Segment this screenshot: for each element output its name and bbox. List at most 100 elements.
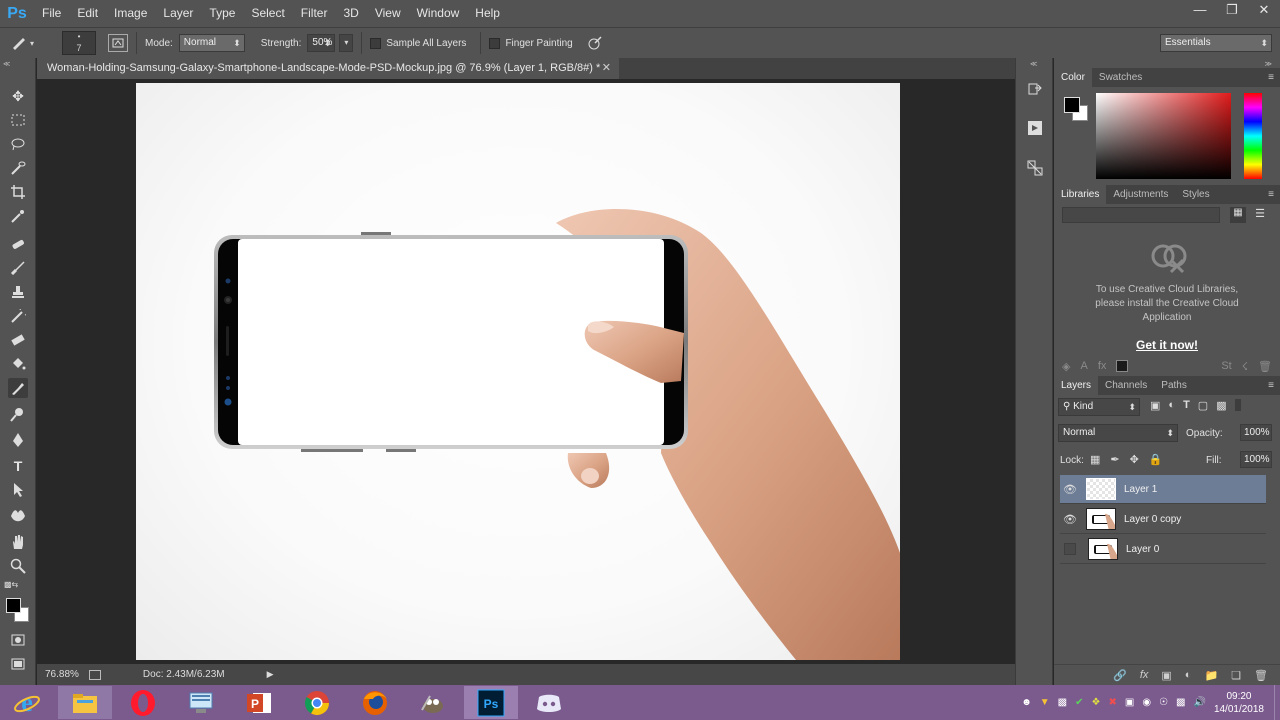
hue-slider[interactable]: [1244, 93, 1262, 179]
clock[interactable]: 09:20 14/01/2018: [1214, 690, 1264, 716]
strength-input[interactable]: 50%: [307, 34, 336, 52]
opacity-input[interactable]: 100%: [1240, 424, 1272, 441]
volume-icon[interactable]: 🔊: [1193, 697, 1205, 708]
layer-row[interactable]: 👁 Layer 0 copy: [1060, 505, 1266, 534]
discord-tray-icon[interactable]: ☻: [1021, 697, 1032, 708]
link-layers-icon[interactable]: 🔗: [1113, 669, 1127, 682]
menu-3d[interactable]: 3D: [335, 0, 366, 27]
filter-toggle[interactable]: [1234, 399, 1241, 411]
smudge-tool-preset[interactable]: ▾: [0, 35, 44, 51]
lock-position-icon[interactable]: ✥: [1130, 453, 1139, 466]
pressure-icon[interactable]: [587, 35, 603, 51]
tab-styles[interactable]: Styles: [1175, 185, 1216, 204]
marquee-tool-icon[interactable]: [8, 110, 28, 130]
eraser-tool-icon[interactable]: [8, 330, 28, 350]
custom-shape-tool-icon[interactable]: [8, 506, 28, 526]
sync-icon[interactable]: ☇: [1242, 360, 1248, 373]
actions-panel-icon[interactable]: [1025, 118, 1045, 138]
paint-bucket-tool-icon[interactable]: [8, 354, 28, 374]
panel-menu-icon[interactable]: ≡: [1268, 376, 1274, 395]
finger-painting-checkbox[interactable]: [489, 37, 501, 49]
paragraph-panel-icon[interactable]: [1025, 158, 1045, 178]
color-picker-field[interactable]: [1096, 93, 1231, 179]
lock-pixels-icon[interactable]: ✒: [1110, 453, 1119, 466]
expand-panels-icon[interactable]: ≪: [1030, 60, 1037, 68]
gimp-icon[interactable]: [406, 686, 460, 719]
get-it-now-link[interactable]: Get it now!: [1084, 338, 1250, 352]
tray-x-icon[interactable]: ✖: [1108, 697, 1116, 708]
powerpoint-icon[interactable]: P: [232, 686, 286, 719]
history-brush-tool-icon[interactable]: [8, 306, 28, 326]
pen-tool-icon[interactable]: [8, 430, 28, 450]
menu-layer[interactable]: Layer: [155, 0, 201, 27]
tab-adjustments[interactable]: Adjustments: [1106, 185, 1175, 204]
pixel-filter-icon[interactable]: ▣: [1150, 399, 1160, 412]
tray-chrome-icon[interactable]: ◉: [1142, 697, 1151, 708]
internet-explorer-icon[interactable]: e: [0, 686, 54, 719]
menu-select[interactable]: Select: [243, 0, 292, 27]
layer-style-icon[interactable]: fx: [1098, 360, 1107, 372]
color-foreground-swatch[interactable]: [1064, 97, 1080, 113]
tray-shield-icon[interactable]: ☉: [1159, 697, 1168, 708]
tray-arrow-icon[interactable]: ▼: [1040, 697, 1050, 708]
tray-puzzle-icon[interactable]: ❖: [1092, 697, 1101, 708]
brush-tool-icon[interactable]: [8, 258, 28, 278]
mode-select[interactable]: Normal: [178, 34, 245, 52]
menu-type[interactable]: Type: [201, 0, 243, 27]
menu-window[interactable]: Window: [409, 0, 468, 27]
firefox-icon[interactable]: [348, 686, 402, 719]
default-colors-icon[interactable]: ▩⇆: [4, 580, 18, 589]
sample-all-layers-checkbox[interactable]: [370, 37, 382, 49]
tab-channels[interactable]: Channels: [1098, 376, 1154, 395]
layer-filter-select[interactable]: ⚲ Kind: [1058, 398, 1140, 416]
strength-dropdown-icon[interactable]: ▾: [339, 34, 354, 52]
history-panel-icon[interactable]: [1025, 80, 1045, 100]
collapse-icon[interactable]: ≪: [3, 60, 10, 68]
lasso-tool-icon[interactable]: [8, 134, 28, 154]
text-style-icon[interactable]: A: [1080, 360, 1087, 372]
blend-mode-select[interactable]: Normal: [1058, 424, 1178, 442]
close-tab-icon[interactable]: ✕: [602, 58, 611, 79]
menu-image[interactable]: Image: [106, 0, 155, 27]
panel-menu-icon[interactable]: ≡: [1268, 68, 1274, 87]
adjustment-filter-icon[interactable]: ◐: [1168, 399, 1175, 412]
tray-app-icon[interactable]: ▩: [1058, 697, 1067, 708]
dodge-tool-icon[interactable]: [8, 404, 28, 424]
adjustment-layer-icon[interactable]: ◐: [1185, 669, 1192, 681]
type-filter-icon[interactable]: T: [1183, 399, 1190, 412]
discord-icon[interactable]: [522, 686, 576, 719]
tray-monitor-icon[interactable]: ▣: [1125, 697, 1134, 708]
layer-name[interactable]: Layer 1: [1124, 484, 1157, 495]
stock-icon[interactable]: St: [1221, 360, 1231, 372]
tray-check-icon[interactable]: ✔: [1075, 697, 1083, 708]
shape-filter-icon[interactable]: ▢: [1198, 399, 1208, 412]
visibility-eye-icon[interactable]: 👁: [1060, 513, 1080, 526]
layer-name[interactable]: Layer 0 copy: [1124, 514, 1181, 525]
tab-paths[interactable]: Paths: [1154, 376, 1194, 395]
new-layer-icon[interactable]: ❏: [1231, 669, 1241, 682]
layer-row[interactable]: 👁 Layer 1: [1060, 475, 1266, 504]
add-content-icon[interactable]: ◈: [1062, 360, 1070, 373]
screen-mode-icon[interactable]: [8, 654, 28, 674]
foreground-color-swatch[interactable]: [6, 598, 21, 613]
layer-style-icon[interactable]: fx: [1140, 669, 1149, 681]
zoom-level[interactable]: 76.88%: [45, 669, 79, 680]
document-canvas[interactable]: [136, 83, 900, 660]
document-tab[interactable]: Woman-Holding-Samsung-Galaxy-Smartphone-…: [37, 58, 619, 79]
crop-tool-icon[interactable]: [8, 182, 28, 202]
delete-icon[interactable]: 🗑: [1258, 360, 1272, 373]
workspace-select[interactable]: Essentials: [1160, 34, 1272, 52]
fill-input[interactable]: 100%: [1240, 451, 1272, 468]
tab-swatches[interactable]: Swatches: [1092, 68, 1149, 87]
new-group-icon[interactable]: 📁: [1204, 669, 1218, 682]
chrome-icon[interactable]: [290, 686, 344, 719]
tab-libraries[interactable]: Libraries: [1054, 185, 1107, 204]
close-icon[interactable]: ✕: [1248, 0, 1280, 22]
panel-menu-icon[interactable]: ≡: [1268, 185, 1274, 204]
hand-tool-icon[interactable]: [8, 532, 28, 552]
collapse-panels-icon[interactable]: ≫: [1265, 60, 1272, 68]
tab-color[interactable]: Color: [1054, 68, 1092, 87]
layer-row[interactable]: Layer 0: [1060, 535, 1266, 564]
file-explorer-icon[interactable]: [58, 686, 112, 719]
clone-stamp-tool-icon[interactable]: [8, 282, 28, 302]
